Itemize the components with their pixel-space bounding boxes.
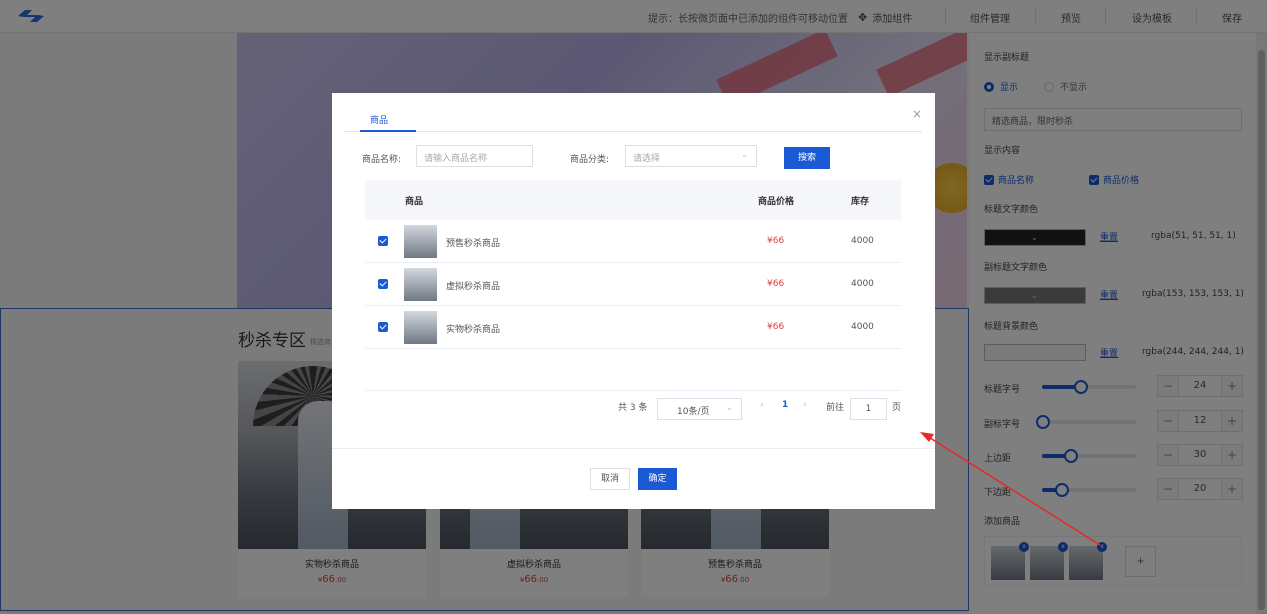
annotation-arrow-icon: [920, 432, 1101, 546]
